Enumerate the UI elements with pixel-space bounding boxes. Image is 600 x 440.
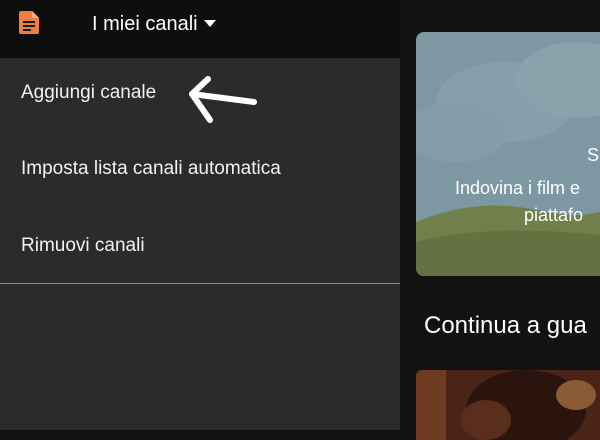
hero-text-line: Indovina i film e <box>455 178 581 198</box>
document-icon[interactable] <box>19 11 39 34</box>
menu-item-label: Imposta lista canali automatica <box>21 158 281 179</box>
menu-backdrop <box>0 284 400 430</box>
caret-down-icon <box>203 20 216 27</box>
channel-selector[interactable]: I miei canali <box>92 10 216 38</box>
top-bar: I miei canali <box>0 0 400 58</box>
hero-background-image <box>416 32 600 276</box>
channel-selector-label: I miei canali <box>92 13 198 35</box>
hero-text-line: piattafo <box>524 205 584 225</box>
menu-item-label: Aggiungi canale <box>21 82 157 103</box>
menu-item-remove-channels[interactable]: Rimuovi canali <box>0 226 400 266</box>
menu-item-auto-channel-list[interactable]: Imposta lista canali automatica <box>0 149 400 189</box>
menu-item-label: Rimuovi canali <box>21 235 145 256</box>
menu-divider <box>0 283 400 284</box>
hero-banner[interactable]: S Indovina i film e piattafo <box>416 32 600 276</box>
arrow-left-icon <box>189 76 257 123</box>
hero-text-line: S <box>587 145 600 165</box>
section-title-continue-watching: Continua a gua <box>424 312 587 339</box>
